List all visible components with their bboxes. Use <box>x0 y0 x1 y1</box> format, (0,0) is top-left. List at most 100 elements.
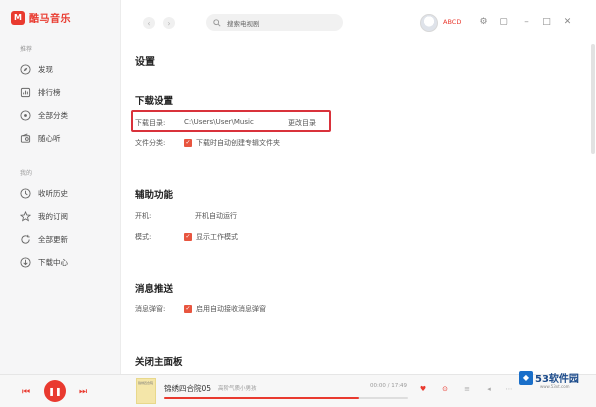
cover-text: 锦绣四合院 <box>138 381 154 385</box>
maximize-button[interactable]: □ <box>541 16 552 27</box>
sidebar-item-label: 我的订阅 <box>38 211 68 221</box>
mode-option[interactable]: ✓ 显示工作模式 <box>184 232 238 242</box>
chevron-right-icon: › <box>167 18 171 28</box>
progress-bar[interactable] <box>164 397 408 399</box>
star-icon <box>20 210 31 222</box>
notify-option-text: 启用自动接收消息弹窗 <box>196 305 266 313</box>
change-dir-button[interactable]: 更改目录 <box>288 118 316 128</box>
previous-icon: ⏮ <box>21 387 31 397</box>
section-label-recommend: 推荐 <box>20 46 33 53</box>
sidebar-item-categories[interactable]: 全部分类 <box>20 108 68 122</box>
playlist-icon: ≡ <box>464 385 470 393</box>
search-bar[interactable] <box>206 14 343 31</box>
more-button[interactable]: ⋯ <box>504 384 514 394</box>
notify-label: 消息弹窗: <box>135 305 166 313</box>
search-input[interactable] <box>227 18 337 27</box>
page-title: 设置 <box>135 57 155 68</box>
sidebar-item-updates[interactable]: 全部更新 <box>20 232 68 246</box>
chart-icon <box>20 87 31 97</box>
forward-button[interactable]: › <box>163 17 175 29</box>
sidebar-item-label: 下载中心 <box>38 257 68 267</box>
maximize-icon: □ <box>542 16 551 27</box>
app-name: 酷马音乐 <box>29 14 71 25</box>
heart-icon: ♥ <box>419 385 427 393</box>
sidebar-item-label: 收听历史 <box>38 188 68 198</box>
close-panel-title: 关闭主面板 <box>135 357 183 368</box>
sidebar: M 酷马音乐 推荐 发现 排行榜 全部分类 随心听 我的 收听历史 我的订阅 全… <box>0 0 121 374</box>
shirt-icon: ▢ <box>499 16 508 27</box>
sidebar-item-label: 发现 <box>38 64 53 74</box>
watermark-text: 53软件园 <box>535 374 579 385</box>
close-icon: ✕ <box>563 16 572 27</box>
app-logo[interactable]: M 酷马音乐 <box>11 10 71 25</box>
username[interactable]: ABCD <box>443 18 461 26</box>
speed-icon: ⊙ <box>442 385 448 393</box>
pause-icon: ❚❚ <box>48 386 62 396</box>
notify-option[interactable]: ✓ 启用自动接收消息弹窗 <box>184 304 266 314</box>
download-icon <box>20 256 31 268</box>
player-bar: ⏮ ❚❚ ⏭ 锦绣四合院 锦绣四合院05 高阶气质小男孩 00:00 / 17:… <box>0 374 596 407</box>
startup-option-text: 开机自动运行 <box>195 212 237 220</box>
next-icon: ⏭ <box>78 387 88 397</box>
sidebar-item-discover[interactable]: 发现 <box>20 62 53 76</box>
play-pause-button[interactable]: ❚❚ <box>44 380 66 402</box>
notify-checkbox[interactable]: ✓ <box>184 305 192 313</box>
file-group-option[interactable]: ✓ 下载时自动创建专辑文件夹 <box>184 138 280 148</box>
download-dir-path: C:\Users\User\Music <box>184 118 254 126</box>
next-button[interactable]: ⏭ <box>77 386 89 398</box>
mode-label: 模式: <box>135 233 152 241</box>
settings-button[interactable]: ⚙ <box>478 16 489 27</box>
gear-icon: ⚙ <box>479 16 488 27</box>
file-group-option-text: 下载时自动创建专辑文件夹 <box>196 139 280 147</box>
sidebar-item-label: 全部更新 <box>38 234 68 244</box>
sidebar-item-history[interactable]: 收听历史 <box>20 186 68 200</box>
previous-button[interactable]: ⏮ <box>20 386 32 398</box>
minimize-button[interactable]: – <box>521 16 532 27</box>
back-button[interactable]: ‹ <box>143 17 155 29</box>
scrollbar[interactable] <box>591 44 595 154</box>
more-icon: ⋯ <box>505 385 513 393</box>
speed-button[interactable]: ⊙ <box>440 384 450 394</box>
sidebar-item-label: 随心听 <box>38 133 61 143</box>
track-title[interactable]: 锦绣四合院05 <box>164 383 211 394</box>
sidebar-item-label: 排行榜 <box>38 87 61 97</box>
sidebar-item-ranking[interactable]: 排行榜 <box>20 85 61 99</box>
watermark-url: www.53xt.com <box>540 384 570 389</box>
volume-button[interactable]: ◂ <box>484 384 494 394</box>
radio-icon <box>20 132 31 143</box>
playlist-button[interactable]: ≡ <box>462 384 472 394</box>
sidebar-item-label: 全部分类 <box>38 110 68 120</box>
chevron-left-icon: ‹ <box>147 18 151 28</box>
sidebar-item-downloads[interactable]: 下载中心 <box>20 255 68 269</box>
refresh-icon <box>21 234 30 244</box>
startup-option[interactable]: 开机自动运行 <box>195 211 237 221</box>
progress-fill <box>164 397 360 399</box>
download-settings-title: 下载设置 <box>135 96 174 107</box>
file-group-label: 文件分类: <box>135 139 166 147</box>
download-dir-label: 下载目录: <box>135 119 166 127</box>
mode-checkbox[interactable]: ✓ <box>184 233 192 241</box>
file-group-checkbox[interactable]: ✓ <box>184 139 192 147</box>
startup-label: 开机: <box>135 212 152 220</box>
push-settings-title: 消息推送 <box>135 284 174 295</box>
search-icon <box>213 18 221 27</box>
settings-panel: 设置 下载设置 下载目录: C:\Users\User\Music 更改目录 文… <box>121 44 596 374</box>
watermark: ◆ 53软件园 www.53xt.com <box>519 370 579 389</box>
minimize-icon: – <box>524 16 529 27</box>
heart-button[interactable]: ♥ <box>418 384 428 394</box>
track-time: 00:00 / 17:49 <box>370 383 408 389</box>
album-cover[interactable]: 锦绣四合院 <box>136 378 156 404</box>
assist-settings-title: 辅助功能 <box>135 190 174 201</box>
grid-icon <box>20 109 31 121</box>
avatar[interactable] <box>420 14 438 32</box>
track-subtitle: 高阶气质小男孩 <box>218 386 257 392</box>
close-button[interactable]: ✕ <box>562 16 573 27</box>
logo-icon: M <box>11 10 25 25</box>
topbar: ‹ › ABCD ⚙ ▢ – □ ✕ <box>121 0 596 44</box>
clock-icon <box>20 187 31 199</box>
skin-button[interactable]: ▢ <box>498 16 509 27</box>
section-label-mine: 我的 <box>20 170 33 177</box>
sidebar-item-radio[interactable]: 随心听 <box>20 131 61 145</box>
sidebar-item-subscriptions[interactable]: 我的订阅 <box>20 209 68 223</box>
watermark-logo-icon: ◆ <box>519 370 533 385</box>
